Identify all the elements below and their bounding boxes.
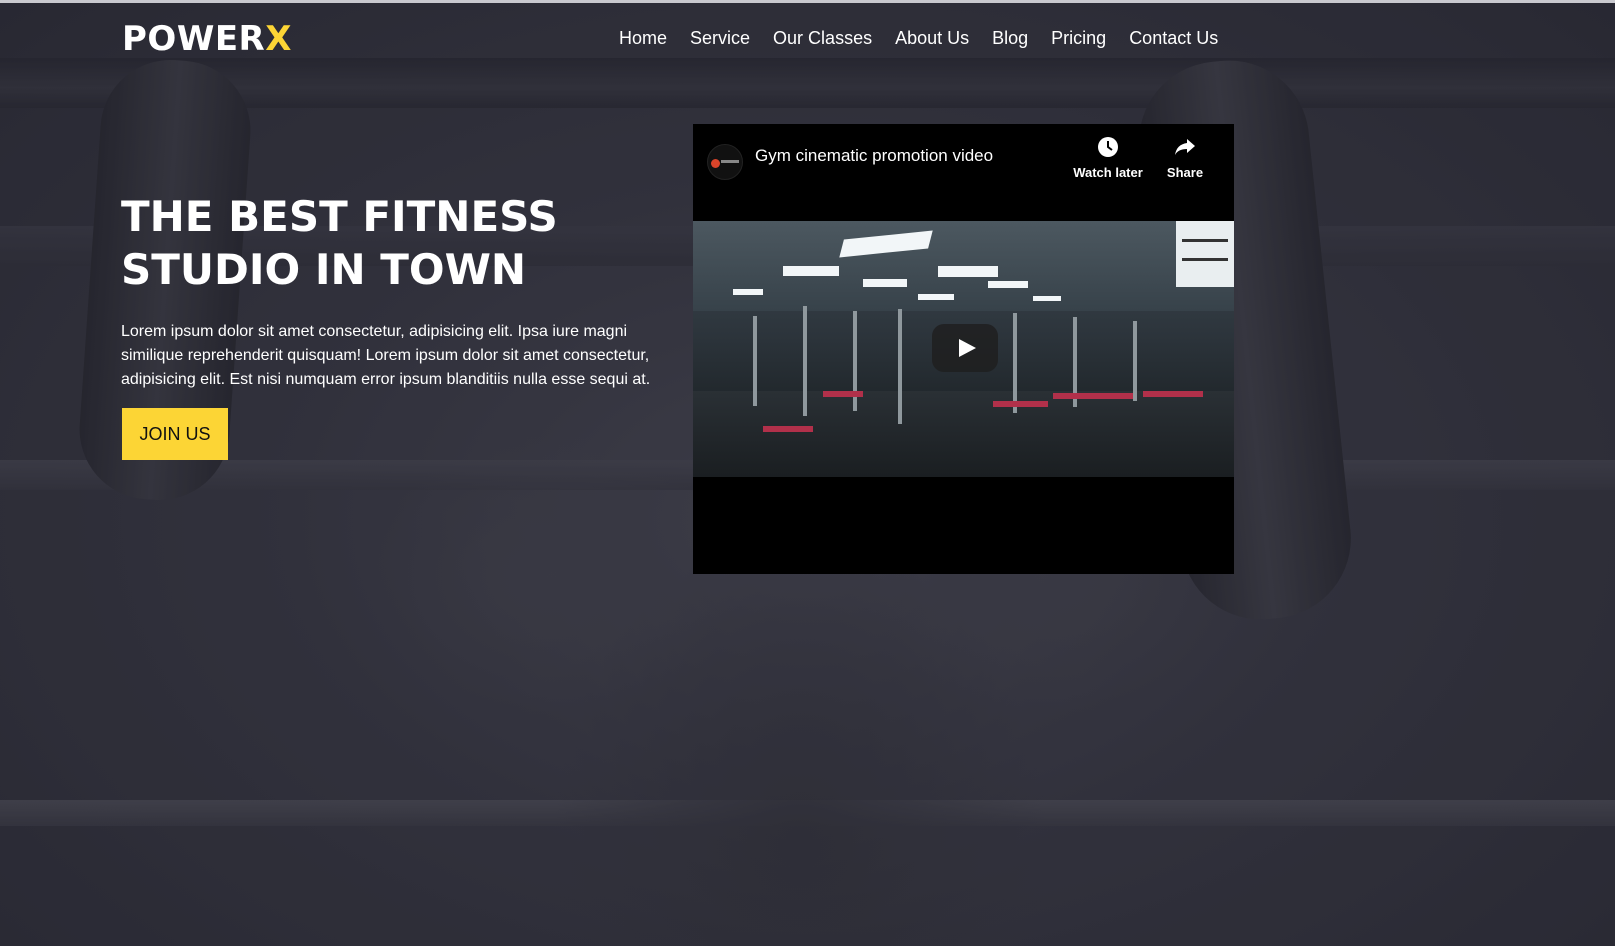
logo[interactable]: POWERX (122, 19, 292, 59)
play-button[interactable] (932, 324, 998, 372)
nav-link-blog[interactable]: Blog (992, 28, 1028, 49)
nav-link-service[interactable]: Service (690, 28, 750, 49)
nav-link-our-classes[interactable]: Our Classes (773, 28, 872, 49)
share-button[interactable]: Share (1155, 136, 1215, 181)
video-thumbnail[interactable] (693, 221, 1234, 477)
logo-text: POWER (122, 19, 266, 59)
watch-later-label: Watch later (1073, 165, 1143, 180)
hero-title-line1: THE BEST FITNESS (121, 192, 558, 241)
hero-description: Lorem ipsum dolor sit amet consectetur, … (121, 323, 651, 388)
clock-icon (1098, 137, 1118, 157)
share-arrow-icon (1175, 139, 1195, 155)
nav-link-contact-us[interactable]: Contact Us (1129, 28, 1218, 49)
watch-later-button[interactable]: Watch later (1068, 136, 1148, 181)
hero-title-line2: STUDIO IN TOWN (121, 245, 527, 294)
share-label: Share (1166, 165, 1204, 180)
video-title[interactable]: Gym cinematic promotion video (755, 146, 993, 166)
nav-link-home[interactable]: Home (619, 28, 667, 49)
channel-avatar[interactable] (707, 144, 743, 180)
nav-link-about-us[interactable]: About Us (895, 28, 969, 49)
nav-link-pricing[interactable]: Pricing (1051, 28, 1106, 49)
navbar: POWERX Home Service Our Classes About Us… (0, 3, 1615, 79)
video-player[interactable]: Gym cinematic promotion video Watch late… (693, 124, 1234, 574)
video-bottom-bar (693, 477, 1234, 574)
join-us-button[interactable]: JOIN US (122, 408, 228, 460)
nav-links: Home Service Our Classes About Us Blog P… (619, 28, 1241, 49)
hero-title: THE BEST FITNESS STUDIO IN TOWN (121, 190, 681, 296)
video-header: Gym cinematic promotion video Watch late… (693, 124, 1234, 220)
logo-accent: X (265, 19, 292, 59)
